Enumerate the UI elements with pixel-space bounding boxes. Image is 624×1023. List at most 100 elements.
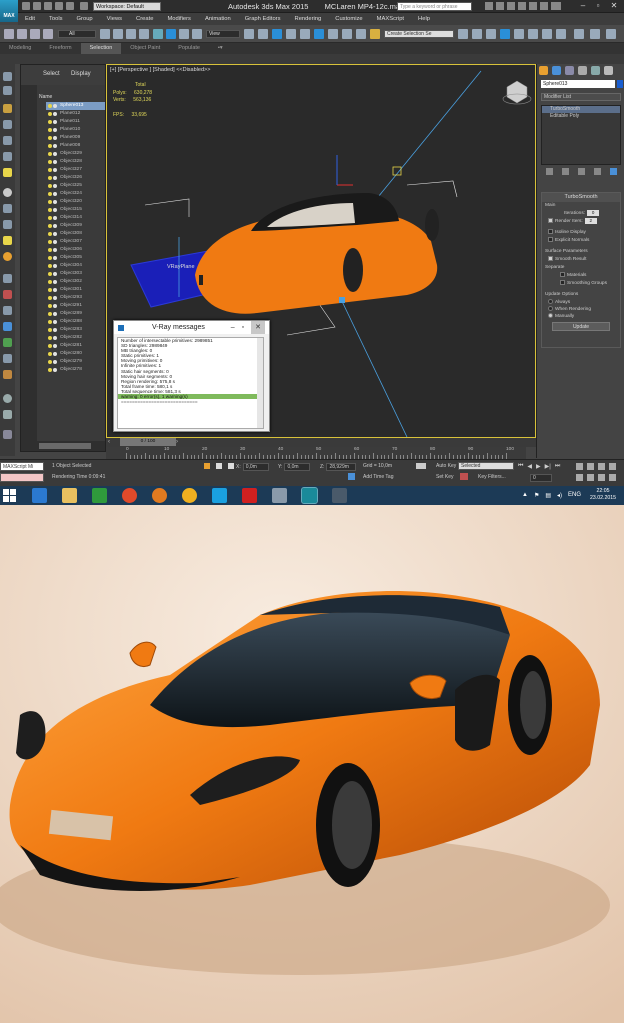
time-slider-prev-icon[interactable]: ‹ (108, 438, 118, 446)
camera-icon[interactable] (339, 297, 345, 303)
redo-icon[interactable] (66, 2, 74, 10)
internet-explorer-icon[interactable] (32, 488, 47, 503)
menu-rendering[interactable]: Rendering (288, 13, 329, 25)
image-viewer-icon[interactable] (272, 488, 287, 503)
visibility-lightbulb-icon[interactable] (48, 160, 52, 164)
visibility-lightbulb-icon[interactable] (48, 120, 52, 124)
bind-space-warp-icon[interactable] (43, 29, 53, 39)
menu-views[interactable]: Views (100, 13, 129, 25)
visibility-lightbulb-icon[interactable] (48, 176, 52, 180)
menu-maxscript[interactable]: MAXScript (370, 13, 411, 25)
vray-close-icon[interactable]: ✕ (251, 321, 265, 334)
selection-lock-icon[interactable] (216, 463, 222, 469)
subscription-icon[interactable] (496, 2, 504, 10)
unlink-icon[interactable] (30, 29, 40, 39)
ribbon-tab-freeform[interactable]: Freeform (40, 43, 80, 54)
tray-network-icon[interactable]: ▤ (545, 492, 551, 499)
explorer-select-icon[interactable] (3, 72, 12, 81)
search-input[interactable]: Type a keyword or phrase (397, 2, 472, 11)
scene-list-item[interactable]: Object324 (46, 190, 105, 198)
visibility-lightbulb-icon[interactable] (48, 312, 52, 316)
tab-display[interactable]: Display (71, 71, 91, 77)
ribbon-tab-selection[interactable]: Selection (80, 43, 122, 54)
help-icon[interactable] (551, 2, 561, 10)
render-iters-checkbox[interactable] (548, 218, 553, 223)
extra-tool-icon[interactable] (606, 29, 616, 39)
hierarchy-icon[interactable] (3, 274, 12, 283)
schematic-view-icon[interactable] (486, 29, 496, 39)
new-file-icon[interactable] (22, 2, 30, 10)
next-frame-icon[interactable]: ▶| (545, 463, 551, 470)
undo-toolbar-icon[interactable] (4, 29, 14, 39)
visibility-lightbulb-icon[interactable] (48, 208, 52, 212)
orbit-icon[interactable] (598, 474, 605, 481)
spacewarps-filter-icon[interactable] (3, 152, 12, 161)
minimize-icon[interactable]: – (576, 1, 590, 11)
auto-key-dropdown[interactable]: Selected (458, 462, 514, 470)
mirror-icon[interactable] (342, 29, 352, 39)
scene-list-item[interactable]: Object280 (46, 350, 105, 358)
stack-item-editable-poly[interactable]: Editable Poly (542, 113, 620, 120)
scene-list-item[interactable]: Plane011 (46, 118, 105, 126)
xref-filter-icon[interactable] (3, 252, 12, 261)
align-icon[interactable] (356, 29, 366, 39)
column-header-name[interactable]: Name (37, 93, 105, 101)
favorites-icon[interactable] (518, 2, 526, 10)
firefox-icon[interactable] (152, 488, 167, 503)
modifier-stack[interactable]: TurboSmooth Editable Poly (541, 105, 621, 165)
menu-tools[interactable]: Tools (42, 13, 70, 25)
remove-modifier-icon[interactable] (593, 168, 601, 175)
visibility-lightbulb-icon[interactable] (48, 104, 52, 108)
visibility-lightbulb-icon[interactable] (48, 272, 52, 276)
edit-named-selections-icon[interactable] (328, 29, 338, 39)
frozen-icon[interactable] (3, 322, 12, 331)
auto-key-button[interactable]: Auto Key (436, 463, 456, 469)
lights-filter-icon[interactable] (3, 104, 12, 113)
visibility-lightbulb-icon[interactable] (48, 128, 52, 132)
zoom-all-icon[interactable] (587, 463, 594, 470)
bones-filter-icon[interactable] (3, 220, 12, 229)
tab-select[interactable]: Select (43, 71, 60, 77)
scene-list-item[interactable]: Object309 (46, 222, 105, 230)
vray-messages-window[interactable]: V-Ray messages – ▫ ✕ Number of intersect… (113, 320, 270, 432)
iterations-spinner[interactable]: 0 (587, 210, 600, 216)
visibility-lightbulb-icon[interactable] (48, 216, 52, 220)
scene-list-item[interactable]: Object302 (46, 278, 105, 286)
pan-icon[interactable] (587, 474, 594, 481)
store-icon[interactable] (92, 488, 107, 503)
workspace-dropdown[interactable]: Workspace: Default (93, 2, 161, 11)
maximize-icon[interactable]: ▫ (591, 1, 605, 11)
scene-list-item[interactable]: Object308 (46, 230, 105, 238)
snaps-toggle-icon[interactable] (272, 29, 282, 39)
visibility-lightbulb-icon[interactable] (48, 224, 52, 228)
key-filters-button[interactable]: Key Filters... (478, 474, 506, 480)
materials-filter-icon[interactable] (3, 370, 12, 379)
always-radio[interactable] (548, 299, 553, 304)
play-icon[interactable]: ▶ (536, 463, 541, 470)
sun-filter-icon[interactable] (3, 236, 12, 245)
vray-maximize-icon[interactable]: ▫ (242, 321, 244, 334)
visibility-lightbulb-icon[interactable] (48, 184, 52, 188)
scene-list-item[interactable]: Object282 (46, 334, 105, 342)
scene-list-item[interactable]: Plane010 (46, 126, 105, 134)
menu-modifiers[interactable]: Modifiers (160, 13, 198, 25)
visibility-lightbulb-icon[interactable] (48, 168, 52, 172)
cameras-filter-icon[interactable] (3, 120, 12, 129)
tray-flag-icon[interactable]: ⚑ (534, 492, 539, 499)
utilities-tab-icon[interactable] (604, 66, 613, 75)
isolate-selection-icon[interactable] (204, 463, 210, 469)
when-rendering-radio[interactable] (548, 306, 553, 311)
select-object-icon[interactable] (100, 29, 110, 39)
x-field[interactable]: 0,0m (242, 463, 269, 471)
app-logo[interactable]: MAX (0, 0, 18, 22)
modify-tab-icon[interactable] (552, 66, 561, 75)
visibility-lightbulb-icon[interactable] (48, 344, 52, 348)
rendered-frame-window-icon[interactable] (528, 29, 538, 39)
configure-sets-icon[interactable] (609, 168, 617, 175)
material-editor-icon[interactable] (500, 29, 510, 39)
pinned-app-icon[interactable] (182, 488, 197, 503)
display-tab-icon[interactable] (591, 66, 600, 75)
visibility-lightbulb-icon[interactable] (48, 112, 52, 116)
ribbon-tab-populate[interactable]: Populate (169, 43, 209, 54)
helpers-filter-icon[interactable] (3, 136, 12, 145)
